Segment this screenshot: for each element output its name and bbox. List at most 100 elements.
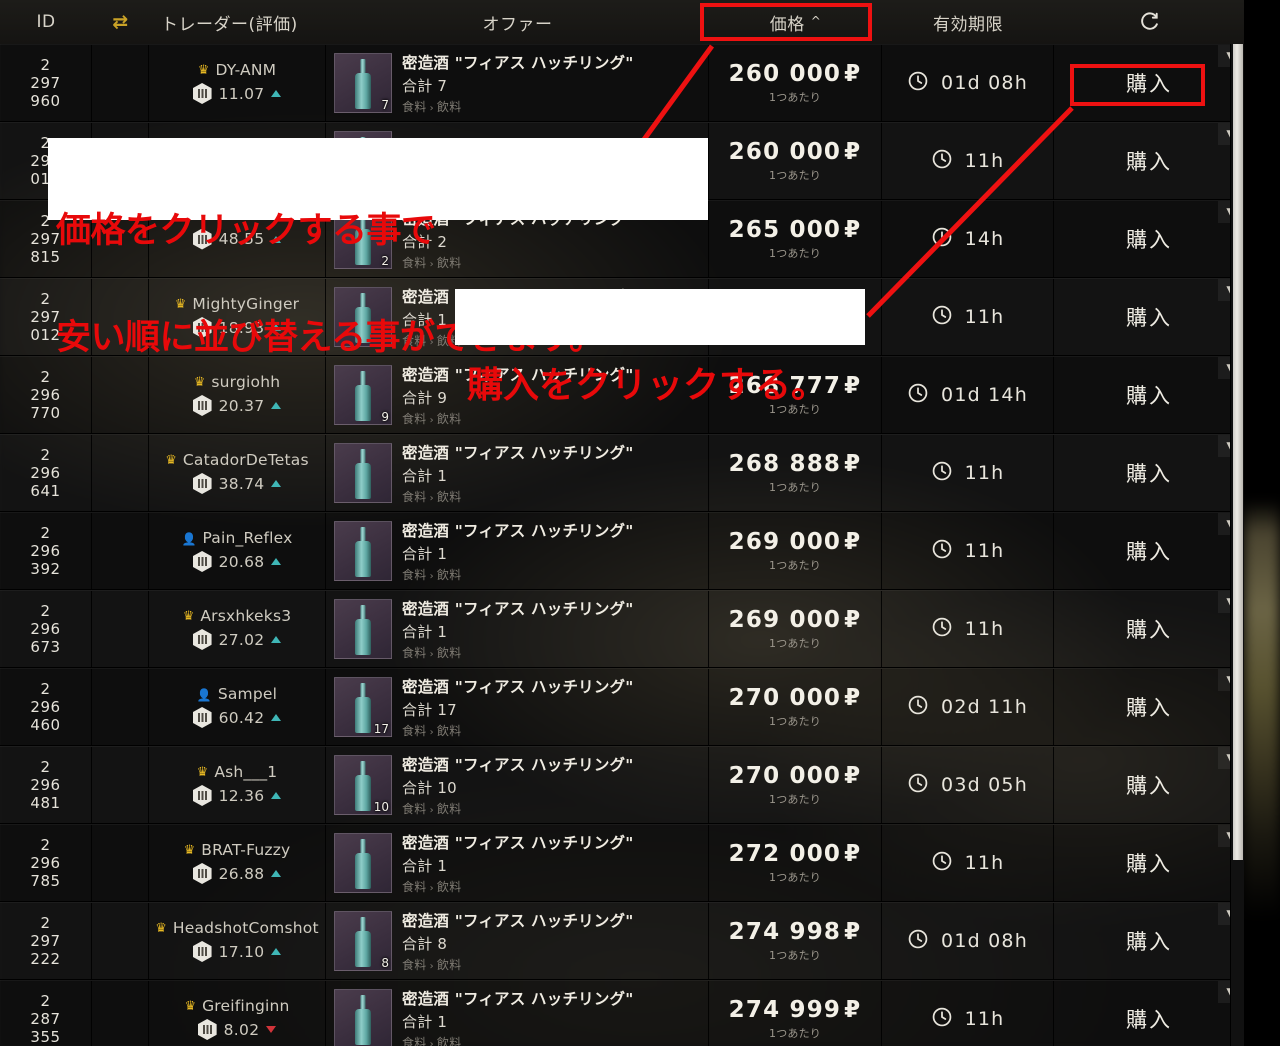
buy-cell[interactable]: 購入 ▼ xyxy=(1054,669,1244,745)
trader-cell[interactable]: ♛ Arsxhkeks3 27.02 xyxy=(149,591,326,667)
trader-cell[interactable]: ♛ BRAT-Fuzzy 26.88 xyxy=(149,825,326,901)
offer-id-part: 222 xyxy=(30,949,61,968)
currency-swap-icon[interactable]: ⇄ xyxy=(92,0,149,44)
price-per-unit-label: 1つあたり xyxy=(769,1027,821,1040)
crown-icon: ♛ xyxy=(182,609,195,624)
column-header-offer[interactable]: オファー xyxy=(326,0,709,44)
item-thumbnail[interactable] xyxy=(334,599,392,659)
offer-cell[interactable]: 7 密造酒 "フィアス ハッチリング" 合計 7 食料 › 飲料 xyxy=(326,45,709,121)
item-thumbnail[interactable] xyxy=(334,989,392,1046)
scrollbar-thumb[interactable] xyxy=(1233,44,1243,860)
price-cell: 269 000 ₽ 1つあたり xyxy=(709,513,882,589)
offer-cell[interactable]: 密造酒 "フィアス ハッチリング" 合計 1 食料›飲料 xyxy=(326,981,709,1046)
offer-row[interactable]: 2 296 392 👤 Pain_Reflex 20.68 密造酒 "フィアス … xyxy=(0,512,1244,590)
buy-cell[interactable]: 購入 ▼ xyxy=(1054,747,1244,823)
item-thumbnail[interactable] xyxy=(334,443,392,503)
trader-name: DY-ANM xyxy=(215,61,277,79)
offer-row[interactable]: 2 296 481 ♛ Ash___1 12.36 10 密造酒 "フィアス ハ… xyxy=(0,746,1244,824)
offer-id: 2 296 392 xyxy=(0,513,92,589)
column-header-price[interactable]: 価格 ^ xyxy=(709,0,882,44)
column-header-trader[interactable]: トレーダー(評価) xyxy=(149,0,326,44)
price-value-line: 260 000 ₽ xyxy=(729,139,862,165)
offer-row[interactable]: 2 297 960 ♛ DY-ANM 11.07 7 密造酒 "フィアス ハッチ… xyxy=(0,44,1244,122)
offer-id: 2 296 673 xyxy=(0,591,92,667)
column-header-expiry[interactable]: 有効期限 xyxy=(882,0,1054,44)
item-thumbnail[interactable]: 17 xyxy=(334,677,392,737)
buy-cell[interactable]: 購入 ▼ xyxy=(1054,591,1244,667)
item-category: 食料›飲料 xyxy=(402,646,462,660)
reputation-icon xyxy=(192,785,212,806)
trader-cell[interactable]: ♛ HeadshotComshot 17.10 xyxy=(149,903,326,979)
offer-id-part: 2 xyxy=(40,289,51,308)
buy-cell[interactable]: 購入 ▼ xyxy=(1054,201,1244,277)
offer-row[interactable]: 2 297 222 ♛ HeadshotComshot 17.10 8 密造酒 … xyxy=(0,902,1244,980)
buy-cell[interactable]: 購入 ▼ xyxy=(1054,903,1244,979)
offer-cell[interactable]: 17 密造酒 "フィアス ハッチリング" 合計 17 食料 › 飲料 xyxy=(326,669,709,745)
buy-cell[interactable]: 購入 ▼ xyxy=(1054,279,1244,355)
trader-rating-value: 17.10 xyxy=(218,942,265,961)
buy-button[interactable]: 購入 xyxy=(1106,452,1192,494)
refresh-icon[interactable] xyxy=(1054,0,1244,44)
buy-button[interactable]: 購入 xyxy=(1106,998,1192,1040)
buy-button[interactable]: 購入 xyxy=(1106,140,1192,182)
buy-cell[interactable]: 購入 ▼ xyxy=(1054,513,1244,589)
expiry-cell: 02d 11h xyxy=(882,669,1054,745)
offer-id: 2 296 785 xyxy=(0,825,92,901)
buy-button[interactable]: 購入 xyxy=(1106,764,1192,806)
item-quantity-badge: 8 xyxy=(381,956,389,970)
item-thumbnail[interactable] xyxy=(334,833,392,893)
buy-button[interactable]: 購入 xyxy=(1106,530,1192,572)
buy-cell[interactable]: 購入 ▼ xyxy=(1054,825,1244,901)
item-thumbnail[interactable]: 10 xyxy=(334,755,392,815)
item-thumbnail[interactable] xyxy=(334,521,392,581)
buy-cell[interactable]: 購入 ▼ xyxy=(1054,123,1244,199)
price-cell: 270 000 ₽ 1つあたり xyxy=(709,669,882,745)
buy-button[interactable]: 購入 xyxy=(1106,842,1192,884)
offer-row[interactable]: 2 296 673 ♛ Arsxhkeks3 27.02 密造酒 "フィアス ハ… xyxy=(0,590,1244,668)
buy-button[interactable]: 購入 xyxy=(1106,218,1192,260)
trader-cell[interactable]: ♛ Greifinginn 8.02 xyxy=(149,981,326,1046)
offer-count: 合計 1 xyxy=(402,1013,448,1031)
trader-cell[interactable]: ♛ DY-ANM 11.07 xyxy=(149,45,326,121)
price-cell: 274 999 ₽ 1つあたり xyxy=(709,981,882,1046)
trader-cell[interactable]: ♛ Ash___1 12.36 xyxy=(149,747,326,823)
offer-cell[interactable]: 密造酒 "フィアス ハッチリング" 合計 1 食料›飲料 xyxy=(326,825,709,901)
offer-row[interactable]: 2 287 355 ♛ Greifinginn 8.02 密造酒 "フィアス ハ… xyxy=(0,980,1244,1046)
scrollbar-track[interactable] xyxy=(1230,44,1244,1046)
ruble-icon: ₽ xyxy=(844,607,862,633)
expiry-value: 11h xyxy=(964,1008,1005,1030)
offer-cell[interactable]: 10 密造酒 "フィアス ハッチリング" 合計 10 食料 › 飲料 xyxy=(326,747,709,823)
offer-cell[interactable]: 密造酒 "フィアス ハッチリング" 合計 1 食料›飲料 xyxy=(326,513,709,589)
buy-button[interactable]: 購入 xyxy=(1106,62,1192,104)
clock-icon xyxy=(907,928,929,954)
item-thumbnail[interactable]: 7 xyxy=(334,53,392,113)
buy-cell[interactable]: 購入 ▼ xyxy=(1054,435,1244,511)
price-cell: 270 000 ₽ 1つあたり xyxy=(709,747,882,823)
price-per-unit-label: 1つあたり xyxy=(769,559,821,572)
item-thumbnail[interactable]: 8 xyxy=(334,911,392,971)
buy-cell[interactable]: 購入 ▼ xyxy=(1054,981,1244,1046)
item-name: 密造酒 "フィアス ハッチリング" xyxy=(402,600,634,618)
expiry-cell: 11h xyxy=(882,513,1054,589)
buy-cell[interactable]: 購入 ▼ xyxy=(1054,357,1244,433)
ruble-icon: ₽ xyxy=(844,217,862,243)
buy-cell[interactable]: 購入 ▼ xyxy=(1054,45,1244,121)
trader-cell[interactable]: 👤 Pain_Reflex 20.68 xyxy=(149,513,326,589)
column-header-id[interactable]: ID xyxy=(0,0,92,44)
offer-row[interactable]: 2 296 785 ♛ BRAT-Fuzzy 26.88 密造酒 "フィアス ハ… xyxy=(0,824,1244,902)
trader-cell[interactable]: 👤 Sampel 60.42 xyxy=(149,669,326,745)
clock-icon xyxy=(931,538,953,564)
buy-button[interactable]: 購入 xyxy=(1106,296,1192,338)
offer-cell[interactable]: 密造酒 "フィアス ハッチリング" 合計 1 食料›飲料 xyxy=(326,591,709,667)
offer-cell[interactable]: 8 密造酒 "フィアス ハッチリング" 合計 8 食料 › 飲料 xyxy=(326,903,709,979)
offer-row[interactable]: 2 296 460 👤 Sampel 60.42 17 密造酒 "フィアス ハッ… xyxy=(0,668,1244,746)
expiry-value: 11h xyxy=(964,306,1005,328)
trader-rating-value: 38.74 xyxy=(218,474,265,493)
buy-button[interactable]: 購入 xyxy=(1106,374,1192,416)
column-header-price-label: 価格 xyxy=(769,14,805,35)
buy-button[interactable]: 購入 xyxy=(1106,686,1192,728)
trader-cell[interactable]: ♛ CatadorDeTetas 38.74 xyxy=(149,435,326,511)
buy-button[interactable]: 購入 xyxy=(1106,608,1192,650)
price-value-line: 269 000 ₽ xyxy=(729,607,862,633)
buy-button[interactable]: 購入 xyxy=(1106,920,1192,962)
